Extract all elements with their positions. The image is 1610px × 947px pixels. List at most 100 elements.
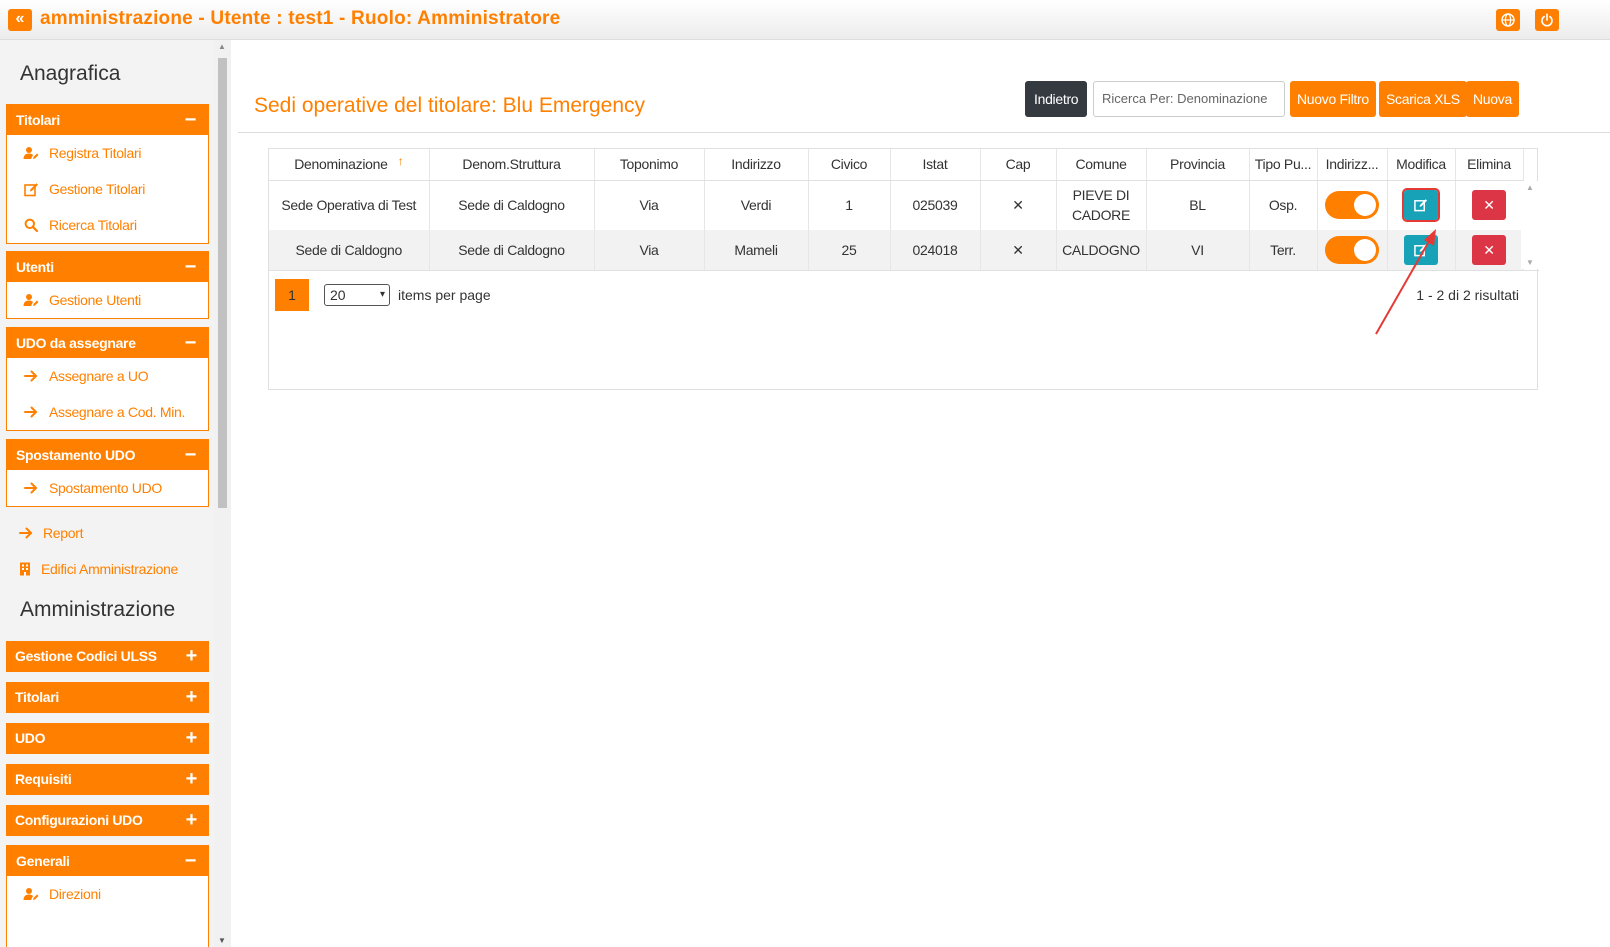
collapse-toggle-icon[interactable]: −: [185, 252, 197, 282]
panel-configurazioni-udo[interactable]: Configurazioni UDO +: [6, 805, 209, 836]
cell-elimina: ✕: [1455, 230, 1524, 270]
download-xls-button[interactable]: Scarica XLS: [1379, 81, 1467, 117]
column-header-indirizzo-attivo[interactable]: Indirizz...: [1317, 149, 1388, 181]
column-header-istat[interactable]: Istat: [890, 149, 981, 181]
sidebar-item-registra-titolari[interactable]: Registra Titolari: [7, 135, 208, 171]
sidebar-item-assegnare-uo[interactable]: Assegnare a UO: [7, 358, 208, 394]
sidebar-link-label: Report: [43, 525, 84, 541]
sidebar-link-report[interactable]: Report: [19, 525, 84, 541]
collapse-sidebar-button[interactable]: «: [8, 9, 32, 31]
panel-title: Requisiti: [15, 771, 72, 787]
column-header-denom-struttura[interactable]: Denom.Struttura: [429, 149, 595, 181]
column-header-provincia[interactable]: Provincia: [1146, 149, 1250, 181]
cell-comune: PIEVE DI CADORE: [1056, 180, 1147, 230]
expand-toggle-icon[interactable]: +: [186, 641, 198, 672]
panel-header-titolari[interactable]: Titolari −: [7, 105, 208, 135]
collapse-toggle-icon[interactable]: −: [185, 440, 197, 470]
logout-button[interactable]: [1535, 9, 1559, 31]
power-icon: [1541, 13, 1553, 27]
cell-elimina: ✕: [1455, 180, 1524, 230]
panel-titolari-admin[interactable]: Titolari +: [6, 682, 209, 713]
back-button[interactable]: Indietro: [1025, 81, 1088, 117]
expand-toggle-icon[interactable]: +: [186, 764, 198, 795]
panel-header-spostamento-udo[interactable]: Spostamento UDO −: [7, 440, 208, 470]
search-input[interactable]: Ricerca Per: Denominazione: [1093, 81, 1285, 117]
user-edit-icon: [23, 147, 39, 159]
column-header-civico[interactable]: Civico: [808, 149, 891, 181]
sidebar-scrollbar[interactable]: ▲ ▼: [214, 40, 231, 947]
cell-toponimo: Via: [594, 180, 705, 230]
table-row[interactable]: Sede Operativa di Test Sede di Caldogno …: [269, 180, 1524, 230]
sidebar-item-label: Spostamento UDO: [49, 480, 162, 496]
sidebar-item-ricerca-titolari[interactable]: Ricerca Titolari: [7, 207, 208, 243]
collapse-toggle-icon[interactable]: −: [185, 105, 197, 135]
sidebar-item-gestione-titolari[interactable]: Gestione Titolari: [7, 171, 208, 207]
panel-title: Configurazioni UDO: [15, 812, 143, 828]
table-row[interactable]: Sede di Caldogno Sede di Caldogno Via Ma…: [269, 230, 1524, 270]
sidebar-item-label: Assegnare a UO: [49, 368, 149, 384]
active-toggle-switch[interactable]: [1325, 236, 1379, 264]
page-button-current[interactable]: 1: [275, 279, 309, 311]
panel-title: UDO da assegnare: [16, 335, 136, 351]
cell-denominazione: Sede Operativa di Test: [269, 180, 430, 230]
collapse-toggle-icon[interactable]: −: [185, 328, 197, 358]
grid-scrollbar[interactable]: ▲ ▼: [1521, 181, 1538, 269]
column-header-toponimo[interactable]: Toponimo: [594, 149, 705, 181]
column-header-denominazione[interactable]: Denominazione ↑: [269, 149, 430, 181]
cell-indirizzo: Mameli: [704, 230, 809, 270]
column-header-comune[interactable]: Comune: [1056, 149, 1147, 181]
divider: [238, 132, 1610, 133]
page-size-select[interactable]: 20 ▾: [324, 284, 390, 306]
column-header-tipo-punto[interactable]: Tipo Pu...: [1249, 149, 1318, 181]
page-title: Sedi operative del titolare: Blu Emergen…: [254, 94, 646, 117]
sidebar-item-label: Ricerca Titolari: [49, 217, 137, 233]
top-bar: « amministrazione - Utente : test1 - Ruo…: [0, 0, 1610, 40]
grid-table: Denominazione ↑ Denom.Struttura Toponimo …: [269, 149, 1524, 270]
scrollbar-thumb[interactable]: [218, 58, 227, 508]
panel-title: Titolari: [16, 112, 61, 128]
sidebar-item-label: Assegnare a Cod. Min.: [49, 404, 186, 420]
sidebar-item-label: Gestione Titolari: [49, 181, 146, 197]
panel-header-generali[interactable]: Generali −: [7, 846, 208, 876]
cell-comune: CALDOGNO: [1056, 230, 1147, 270]
expand-toggle-icon[interactable]: +: [186, 723, 198, 754]
active-toggle-switch[interactable]: [1325, 191, 1379, 220]
sidebar-item-gestione-utenti[interactable]: Gestione Utenti: [7, 282, 208, 318]
search-icon: [24, 218, 38, 232]
panel-header-utenti[interactable]: Utenti −: [7, 252, 208, 282]
panel-udo[interactable]: UDO +: [6, 723, 209, 754]
cell-toponimo: Via: [594, 230, 705, 270]
panel-requisiti[interactable]: Requisiti +: [6, 764, 209, 795]
expand-toggle-icon[interactable]: +: [186, 682, 198, 713]
column-header-indirizzo[interactable]: Indirizzo: [704, 149, 809, 181]
sort-ascending-icon[interactable]: ↑: [398, 154, 404, 168]
cell-toggle: [1317, 230, 1388, 270]
app-title: amministrazione - Utente : test1 - Ruolo…: [40, 8, 561, 29]
edit-button[interactable]: [1402, 188, 1440, 223]
column-header-cap[interactable]: Cap: [980, 149, 1057, 181]
panel-header-udo-da-assegnare[interactable]: UDO da assegnare −: [7, 328, 208, 358]
sidebar-item-assegnare-cod-min[interactable]: Assegnare a Cod. Min.: [7, 394, 208, 430]
panel-udo-da-assegnare: UDO da assegnare − Assegnare a UO Assegna…: [6, 327, 209, 431]
page-size-value: 20: [330, 287, 346, 303]
delete-button[interactable]: ✕: [1472, 235, 1506, 265]
cell-cap: ✕: [980, 180, 1057, 230]
collapse-toggle-icon[interactable]: −: [185, 846, 197, 876]
new-button[interactable]: Nuova: [1466, 81, 1519, 117]
results-count: 1 - 2 di 2 risultati: [1416, 287, 1519, 303]
panel-gestione-codici-ulss[interactable]: Gestione Codici ULSS +: [6, 641, 209, 672]
delete-button[interactable]: ✕: [1472, 190, 1506, 221]
edit-button[interactable]: [1404, 235, 1438, 265]
scroll-up-arrow-icon[interactable]: ▲: [218, 42, 226, 51]
new-filter-button[interactable]: Nuovo Filtro: [1290, 81, 1376, 117]
sidebar-item-direzioni[interactable]: Direzioni: [7, 876, 208, 912]
scroll-down-arrow-icon[interactable]: ▼: [1526, 258, 1534, 267]
scroll-up-arrow-icon[interactable]: ▲: [1526, 183, 1534, 192]
cell-tipo: Terr.: [1249, 230, 1318, 270]
globe-icon: [1501, 13, 1515, 27]
sidebar-link-edifici[interactable]: Edifici Amministrazione: [19, 561, 178, 577]
language-button[interactable]: [1496, 9, 1520, 31]
sidebar-item-spostamento-udo[interactable]: Spostamento UDO: [7, 470, 208, 506]
expand-toggle-icon[interactable]: +: [186, 805, 198, 836]
scroll-down-arrow-icon[interactable]: ▼: [218, 936, 226, 945]
